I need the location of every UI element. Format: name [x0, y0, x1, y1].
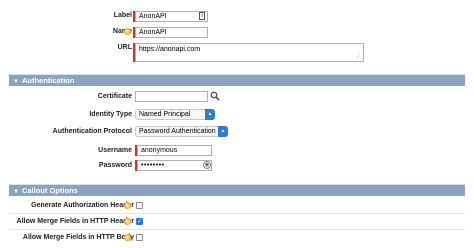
password-label: Password	[98, 162, 132, 169]
help-icon[interactable]	[124, 234, 131, 241]
certificate-input[interactable]	[135, 91, 208, 102]
identity-type-value: Named Principal	[139, 111, 191, 118]
row-divider	[9, 229, 465, 230]
callout-options-section-header[interactable]: ▼ Callout Options	[9, 184, 465, 196]
name-input[interactable]: AnonAPI	[135, 27, 208, 38]
lookup-icon[interactable]	[210, 91, 220, 101]
identity-type-select[interactable]: Named Principal ▲	[135, 109, 215, 120]
collapse-triangle-icon: ▼	[13, 79, 19, 85]
username-input[interactable]: anonymous	[137, 145, 212, 156]
chevron-updown-icon: ▲	[205, 109, 215, 120]
merge-fields-body-checkbox[interactable]	[136, 234, 143, 241]
label-input[interactable]: AnonAPI	[135, 11, 208, 22]
auth-protocol-label: Authentication Protocol	[52, 128, 132, 135]
label-field-label: Label	[113, 12, 132, 19]
info-icon[interactable]: i	[199, 12, 205, 20]
authentication-section-header[interactable]: ▼ Authentication	[9, 74, 465, 86]
section-title: Authentication	[21, 76, 75, 85]
url-textarea[interactable]: https://anonapi.com	[135, 43, 364, 62]
identity-type-label: Identity Type	[89, 111, 132, 118]
generate-auth-header-checkbox[interactable]	[136, 202, 143, 209]
certificate-label: Certificate	[97, 93, 132, 100]
help-icon[interactable]	[124, 202, 131, 209]
auth-protocol-value: Password Authentication	[139, 128, 216, 135]
merge-fields-body-label: Allow Merge Fields in HTTP Body	[22, 234, 134, 241]
reveal-password-icon[interactable]: ◉	[203, 161, 211, 169]
generate-auth-header-label: Generate Authorization Header	[31, 202, 134, 209]
password-input[interactable]: ••••••••	[137, 160, 212, 171]
help-icon[interactable]	[124, 28, 131, 35]
help-icon[interactable]	[124, 218, 131, 225]
resize-handle-icon[interactable]: ⟋	[356, 55, 360, 62]
username-label: Username	[98, 147, 132, 154]
collapse-triangle-icon: ▼	[13, 189, 19, 195]
merge-fields-header-checkbox[interactable]: ✓	[136, 218, 143, 225]
merge-fields-header-label: Allow Merge Fields in HTTP Header	[16, 218, 134, 225]
auth-protocol-select[interactable]: Password Authentication ▲	[135, 126, 228, 137]
row-divider	[9, 213, 465, 214]
section-title: Callout Options	[21, 186, 78, 195]
url-field-label: URL	[117, 44, 132, 51]
chevron-updown-icon: ▲	[218, 126, 228, 137]
